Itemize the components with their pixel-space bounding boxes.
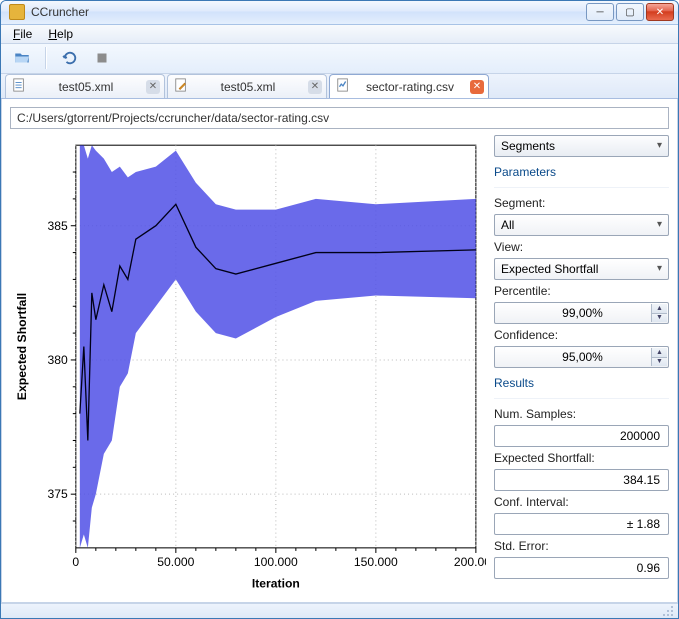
percentile-label: Percentile: (494, 284, 669, 298)
svg-text:50.000: 50.000 (157, 555, 194, 569)
svg-text:380: 380 (47, 353, 67, 367)
spin-down-icon[interactable]: ▼ (651, 314, 667, 323)
app-icon (9, 4, 25, 20)
tabbar: test05.xml ✕ test05.xml ✕ sector-rating.… (1, 74, 678, 99)
svg-text:0: 0 (72, 555, 79, 569)
statusbar (1, 603, 678, 618)
mode-combo[interactable]: Segments (494, 135, 669, 157)
spin-down-icon[interactable]: ▼ (651, 358, 667, 367)
spin-up-icon[interactable]: ▲ (651, 348, 667, 358)
tab-label: sector-rating.csv (356, 80, 464, 94)
es-label: Expected Shortfall: (494, 451, 669, 465)
path-field[interactable]: C:/Users/gtorrent/Projects/ccruncher/dat… (10, 107, 669, 129)
view-combo[interactable]: Expected Shortfall (494, 258, 669, 280)
ci-label: Conf. Interval: (494, 495, 669, 509)
app-window: CCruncher ─ ▢ ✕ File Help test05.xml ✕ t… (0, 0, 679, 619)
side-panel: Segments Parameters Segment: All View: E… (494, 135, 669, 594)
tab-xml-2[interactable]: test05.xml ✕ (167, 74, 327, 98)
percentile-spinner[interactable]: 99,00%▲▼ (494, 302, 669, 324)
ci-value[interactable]: ± 1.88 (494, 513, 669, 535)
content-area: C:/Users/gtorrent/Projects/ccruncher/dat… (1, 99, 678, 603)
tab-close-icon[interactable]: ✕ (470, 80, 484, 94)
spin-up-icon[interactable]: ▲ (651, 304, 667, 314)
menu-file[interactable]: File (5, 25, 40, 43)
svg-text:Expected Shortfall: Expected Shortfall (15, 293, 29, 400)
se-label: Std. Error: (494, 539, 669, 553)
menu-help[interactable]: Help (40, 25, 81, 43)
xml-edit-icon (174, 78, 188, 95)
svg-text:200.000: 200.000 (454, 555, 486, 569)
num-samples-value[interactable]: 200000 (494, 425, 669, 447)
chart-pane: 0 50.000 100.000 150.000 200.000 375 380 385 Ite… (10, 135, 486, 594)
main-area: 0 50.000 100.000 150.000 200.000 375 380 385 Ite… (10, 135, 669, 594)
parameters-title: Parameters (494, 165, 669, 181)
svg-text:Iteration: Iteration (252, 577, 300, 591)
segment-combo[interactable]: All (494, 214, 669, 236)
svg-text:100.000: 100.000 (254, 555, 298, 569)
window-title: CCruncher (31, 5, 584, 19)
chart: 0 50.000 100.000 150.000 200.000 375 380 385 Ite… (10, 135, 486, 594)
toolbar (1, 44, 678, 74)
tab-close-icon[interactable]: ✕ (146, 80, 160, 94)
resize-grip-icon[interactable] (662, 605, 674, 617)
tab-label: test05.xml (32, 80, 140, 94)
results-title: Results (494, 376, 669, 392)
num-samples-label: Num. Samples: (494, 407, 669, 421)
se-value[interactable]: 0.96 (494, 557, 669, 579)
tab-xml-1[interactable]: test05.xml ✕ (5, 74, 165, 98)
confidence-spinner[interactable]: 95,00%▲▼ (494, 346, 669, 368)
tab-label: test05.xml (194, 80, 302, 94)
minimize-button[interactable]: ─ (586, 3, 614, 21)
titlebar: CCruncher ─ ▢ ✕ (1, 1, 678, 25)
open-button[interactable] (7, 45, 37, 71)
svg-text:375: 375 (47, 487, 67, 501)
refresh-button[interactable] (55, 45, 85, 71)
view-label: View: (494, 240, 669, 254)
chart-file-icon (336, 78, 350, 95)
maximize-button[interactable]: ▢ (616, 3, 644, 21)
menubar: File Help (1, 25, 678, 44)
es-value[interactable]: 384.15 (494, 469, 669, 491)
toolbar-divider (45, 47, 47, 69)
confidence-label: Confidence: (494, 328, 669, 342)
svg-text:385: 385 (47, 219, 67, 233)
xml-file-icon (12, 78, 26, 95)
segment-label: Segment: (494, 196, 669, 210)
close-button[interactable]: ✕ (646, 3, 674, 21)
stop-button[interactable] (87, 45, 117, 71)
svg-text:150.000: 150.000 (354, 555, 398, 569)
tab-csv-active[interactable]: sector-rating.csv ✕ (329, 74, 489, 98)
tab-close-icon[interactable]: ✕ (308, 80, 322, 94)
